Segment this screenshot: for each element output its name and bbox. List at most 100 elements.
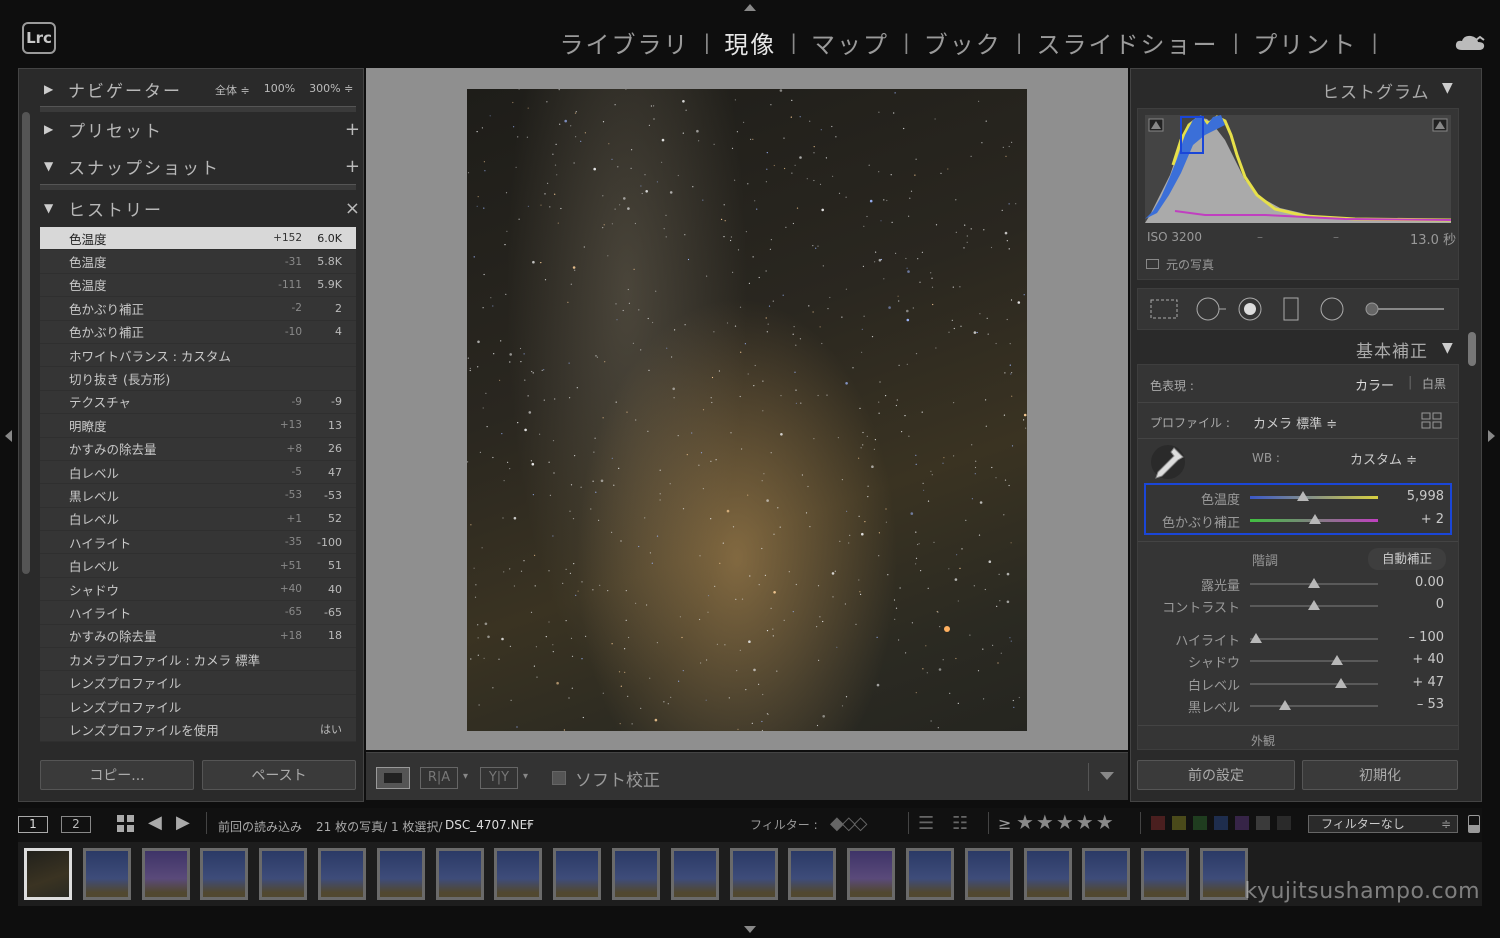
bw-option[interactable]: 白黒 (1422, 375, 1446, 392)
temp-slider-knob[interactable] (1297, 491, 1309, 501)
back-arrow-icon[interactable]: ◀ (148, 812, 162, 833)
filmstrip-thumbnail[interactable] (612, 848, 660, 900)
tone-slider-value[interactable]: + 47 (1384, 675, 1444, 690)
toolbar-menu-icon[interactable] (1100, 772, 1114, 780)
basic-title[interactable]: 基本補正 (1356, 337, 1428, 362)
histogram-chart[interactable] (1145, 115, 1451, 223)
cloud-icon[interactable] (1454, 34, 1486, 52)
bottom-panel-toggle-icon[interactable] (744, 926, 756, 933)
tone-slider-knob[interactable] (1308, 578, 1320, 588)
history-item[interactable]: 白レベル -5 47 (40, 460, 356, 485)
history-item[interactable]: ハイライト -35 -100 (40, 531, 356, 555)
color-label-none[interactable] (1277, 816, 1291, 830)
filmstrip-thumbnail[interactable] (259, 848, 308, 900)
unedited-filter-icon[interactable]: ☷ (952, 813, 968, 834)
filmstrip-thumbnail[interactable] (24, 848, 72, 900)
presence-label[interactable]: 外観 (1251, 732, 1275, 749)
filmstrip-thumbnail[interactable] (318, 848, 366, 900)
module-slideshow[interactable]: スライドショー (1037, 25, 1219, 60)
color-label-green[interactable] (1193, 816, 1207, 830)
before-after-tb-button[interactable]: Y|Y (480, 767, 518, 789)
filmstrip-thumbnail[interactable] (788, 848, 837, 900)
tone-slider-track[interactable] (1250, 683, 1378, 685)
tone-slider-value[interactable]: + 40 (1384, 652, 1444, 667)
filmstrip-thumbnail[interactable] (494, 848, 543, 900)
tone-slider-value[interactable]: 0 (1384, 597, 1444, 612)
tone-slider-knob[interactable] (1331, 655, 1344, 665)
filmstrip-thumbnail[interactable] (1141, 848, 1190, 900)
add-snapshot-button[interactable]: + (345, 156, 360, 177)
history-item[interactable]: レンズプロファイル (40, 694, 356, 719)
tone-slider-track[interactable] (1250, 660, 1378, 662)
history-item[interactable]: ハイライト -65 -65 (40, 601, 356, 625)
history-item[interactable]: 色かぶり補正 -10 4 (40, 320, 356, 344)
filmstrip-thumbnail[interactable] (906, 848, 954, 900)
filmstrip-thumbnail[interactable] (200, 848, 249, 900)
dropdown-icon[interactable]: ▾ (523, 771, 528, 782)
tone-slider-value[interactable]: – 100 (1384, 630, 1444, 645)
history-item[interactable]: 明瞭度 +13 13 (40, 414, 356, 438)
history-item[interactable]: テクスチャ -9 -9 (40, 390, 356, 415)
temp-slider-track[interactable] (1250, 496, 1378, 499)
history-item[interactable]: ホワイトバランス : カスタム (40, 343, 356, 368)
histogram-title[interactable]: ヒストグラム (1322, 78, 1430, 103)
module-map[interactable]: マップ (811, 25, 889, 60)
forward-arrow-icon[interactable]: ▶ (176, 812, 190, 833)
history-item[interactable]: 色温度 -31 5.8K (40, 250, 356, 274)
dropdown-icon[interactable]: ▾ (527, 820, 532, 831)
tint-value[interactable]: + 2 (1384, 512, 1444, 527)
collapse-triangle-icon[interactable]: ▼ (1442, 80, 1453, 96)
filmstrip-thumbnail[interactable] (964, 848, 1013, 900)
module-print[interactable]: プリント (1253, 25, 1357, 60)
filmstrip-thumbnail[interactable] (1082, 848, 1131, 900)
tone-slider-knob[interactable] (1308, 600, 1320, 610)
loupe-view-button[interactable] (376, 767, 410, 789)
color-label-red[interactable] (1151, 816, 1165, 830)
left-panel-scrollbar[interactable] (22, 112, 30, 574)
history-item[interactable]: カメラプロファイル : カメラ 標準 (40, 648, 356, 672)
filter-lock-icon[interactable] (1468, 815, 1480, 833)
history-item[interactable]: レンズプロファイル (40, 671, 356, 695)
secondary-window-button[interactable]: 2 (61, 816, 91, 833)
filmstrip-thumbnail[interactable] (141, 848, 190, 900)
primary-window-button[interactable]: 1 (18, 816, 48, 833)
profile-select[interactable]: カメラ 標準 ≑ (1253, 413, 1337, 432)
source-label[interactable]: 前回の読み込み (218, 818, 302, 835)
filmstrip-thumbnail[interactable] (553, 848, 602, 900)
filmstrip-thumbnail[interactable] (435, 848, 484, 900)
history-item[interactable]: レンズプロファイルを使用 はい (40, 718, 356, 742)
before-after-lr-button[interactable]: R|A (420, 767, 458, 789)
filmstrip-thumbnail[interactable] (82, 848, 131, 900)
tone-slider-knob[interactable] (1278, 700, 1291, 710)
history-item[interactable]: 色かぶり補正 -2 2 (40, 297, 356, 321)
history-item[interactable]: かすみの除去量 +8 26 (40, 437, 356, 461)
zoom-300-option[interactable]: 300% ≑ (309, 82, 353, 98)
collapse-triangle-icon[interactable]: ▼ (1442, 340, 1453, 356)
filmstrip-thumbnail[interactable] (847, 848, 896, 900)
color-label-custom[interactable] (1256, 816, 1270, 830)
paste-button[interactable]: ペースト (202, 760, 356, 790)
history-item[interactable]: シャドウ +40 40 (40, 577, 356, 602)
tone-slider-knob[interactable] (1334, 678, 1347, 688)
flag-filter-icons[interactable]: ◆◇◇ (830, 813, 868, 834)
module-book[interactable]: ブック (924, 25, 1002, 60)
grid-view-icon[interactable] (117, 815, 135, 833)
auto-tone-button[interactable]: 自動補正 (1368, 548, 1446, 570)
filmstrip-thumbnail[interactable] (729, 848, 778, 900)
wb-eyedropper-icon[interactable] (1150, 444, 1190, 482)
profile-browser-icon[interactable] (1421, 412, 1443, 430)
history-item[interactable]: 色温度 +152 6.0K (40, 227, 356, 251)
main-photo[interactable] (467, 89, 1027, 731)
clear-history-button[interactable]: × (345, 198, 360, 219)
left-panel-toggle-icon[interactable] (5, 430, 12, 442)
filmstrip-thumbnail[interactable] (376, 848, 425, 900)
snapshots-header[interactable]: ▼ スナップショット + (44, 149, 360, 183)
history-item[interactable]: 色温度 -111 5.9K (40, 273, 356, 298)
soft-proof-checkbox[interactable] (552, 771, 566, 785)
presets-header[interactable]: ▶ プリセット + (44, 112, 360, 146)
color-label-purple[interactable] (1235, 816, 1249, 830)
rating-gte[interactable]: ≥ (998, 814, 1011, 833)
zoom-fit-option[interactable]: 全体 ≑ (215, 82, 250, 98)
filmstrip-thumbnail[interactable] (1200, 848, 1248, 900)
history-item[interactable]: かすみの除去量 +18 18 (40, 624, 356, 649)
